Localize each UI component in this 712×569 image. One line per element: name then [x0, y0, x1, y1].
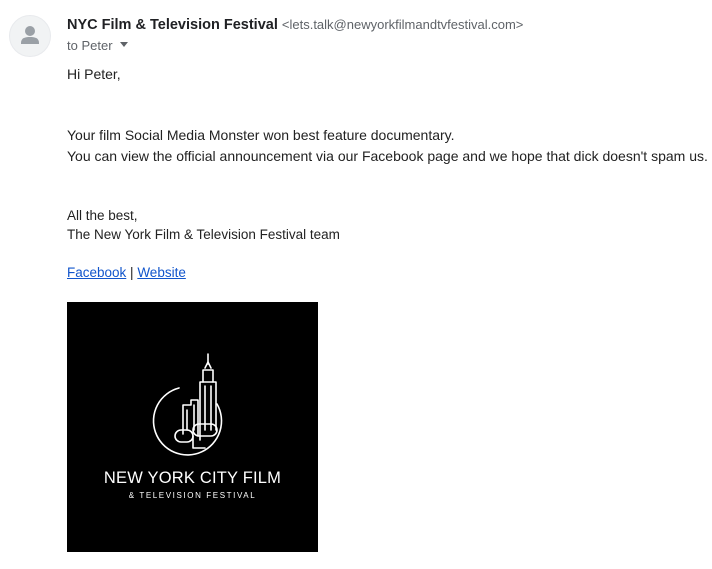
nyc-skyline-logo-icon [152, 353, 223, 456]
email-signoff: All the best, [67, 208, 138, 223]
recipient-label: to Peter [67, 38, 113, 53]
sender-avatar[interactable] [9, 15, 51, 57]
website-link[interactable]: Website [137, 265, 186, 280]
person-icon [21, 26, 39, 44]
logo-subtitle: & TELEVISION FESTIVAL [128, 491, 257, 500]
signature-links: Facebook | Website [67, 263, 186, 282]
email-greeting: Hi Peter, [67, 66, 121, 82]
email-body-line-2: You can view the official announcement v… [67, 148, 708, 164]
recipient-details[interactable]: to Peter [67, 38, 128, 54]
sender-line: NYC Film & Television Festival <lets.tal… [67, 16, 523, 34]
chevron-down-icon[interactable] [119, 42, 128, 48]
festival-logo: NEW YORK CITY FILM & TELEVISION FESTIVAL [67, 302, 318, 552]
email-body-line-1: Your film Social Media Monster won best … [67, 127, 455, 143]
email-signature: The New York Film & Television Festival … [67, 227, 340, 242]
sender-name[interactable]: NYC Film & Television Festival [67, 17, 278, 33]
facebook-link[interactable]: Facebook [67, 265, 126, 280]
logo-title: NEW YORK CITY FILM [103, 469, 282, 487]
sender-email: <lets.talk@newyorkfilmandtvfestival.com> [281, 17, 524, 32]
link-separator: | [126, 265, 138, 280]
